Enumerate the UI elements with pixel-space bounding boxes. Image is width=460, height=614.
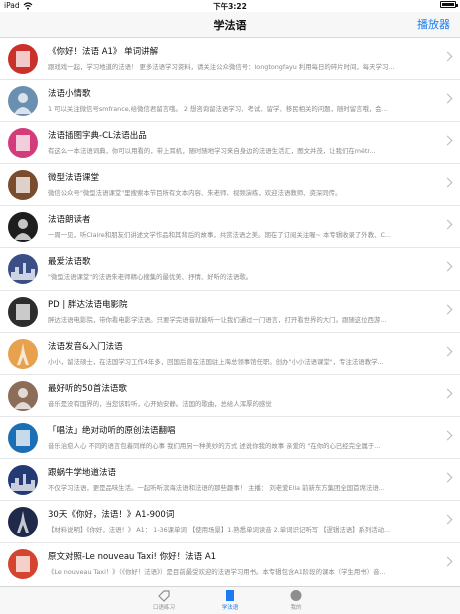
list-item[interactable]: 法语插图字典-CL法语出品有这么一本法语词典，你可以用看的，带上耳机，随时随地学… [0, 122, 460, 165]
list-item-description: "微型法语课堂"的法语朱老师精心搜集的最优美、抒情、好听的法语歌。 [48, 273, 252, 282]
chevron-right-icon [442, 51, 453, 62]
list-item-description: 胖达法语电影院，带你看电影学法语。只要学完语音就能听一让我们通过一门语言，打开看… [48, 315, 387, 324]
reader-icon [8, 212, 38, 243]
chevron-right-icon [442, 430, 453, 441]
list-item-description: 不仅学习法语，更是品味生活。一起听听滨海法语和法语的那些趣事！ 主播： 刘老爱E… [48, 483, 385, 492]
chevron-right-icon [442, 388, 453, 399]
paris-night-icon [8, 464, 38, 495]
book-tab-icon [226, 590, 234, 601]
city-icon [8, 254, 38, 285]
portrait-icon [8, 86, 38, 117]
sing-logo-icon [8, 422, 38, 453]
list-item-title: 最好听的50首法语歌 [48, 383, 127, 394]
singer-icon [8, 380, 38, 411]
tab-tag[interactable]: 口语练习 [134, 589, 194, 611]
tab-label: 我的 [290, 605, 302, 611]
list-item-title: 30天《你好，法语！》A1-900词 [48, 510, 175, 521]
chevron-right-icon [442, 346, 453, 357]
list-item-description: 1 可以关注微信号smfrance,给微信君留言哦。 2 想咨询留法语学习、考试… [48, 105, 388, 114]
list-item-description: 【材料说明】《你好，法语！》 A1： 1-36课单词 【使用场景】1.熟悉单词读… [48, 526, 391, 535]
list-item-description: 一周一见，听Claire和朋友们讲述文学作品和其背后的故事，共赏法语之美。期在了… [48, 231, 392, 240]
profile-icon [290, 590, 302, 601]
tag-icon [158, 590, 170, 602]
list-item-description: 小小，留法硕士，在法国学习工作4年多，回国后曾在法国驻上海总领事馆任职。创办"小… [48, 357, 384, 366]
list-item[interactable]: 30天《你好，法语！》A1-900词【材料说明】《你好，法语！》 A1： 1-3… [0, 501, 460, 544]
list-item-description: 有这么一本法语词典，你可以用看的，带上耳机，随时随地学习来自身边的法语生活汇，图… [48, 147, 376, 156]
list-item-title: 《你好！法语 A1》 单词讲解 [48, 47, 159, 57]
eiffel-icon [8, 338, 38, 369]
list-item-title: 「唱法」绝对动听的原创法语翻唱 [48, 425, 176, 436]
chevron-right-icon [442, 135, 453, 146]
list-item[interactable]: 跟蜗牛学地道法语不仅学习法语，更是品味生活。一起听听滨海法语和法语的那些趣事！ … [0, 459, 460, 502]
page-title: 学法语 [213, 19, 247, 32]
list-item[interactable]: PD | 胖达法语电影院胖达法语电影院，带你看电影学法语。只要学完语音就能听一让… [0, 291, 460, 333]
tab-bar: 口语练习 学法语 我的 [0, 586, 460, 614]
classroom-icon [8, 170, 38, 201]
list-item[interactable]: 「唱法」绝对动听的原创法语翻唱音乐治愈人心 不同的语言包着同样的心事 我们用另一… [0, 417, 460, 459]
status-right [440, 1, 458, 8]
taxi-book-icon [8, 549, 38, 580]
chevron-right-icon [442, 472, 453, 483]
tab-profile[interactable]: 我的 [266, 589, 326, 611]
list-item-description: 跟戏戏一起，学习地道的法语！ 更多法语学习资料，请关注公众微信号：longton… [48, 63, 395, 71]
album-list: 《你好！法语 A1》 单词讲解跟戏戏一起，学习地道的法语！ 更多法语学习资料，请… [0, 38, 460, 586]
battery-icon [440, 1, 458, 8]
list-item-description: 音乐治愈人心 不同的语言包着同样的心事 我们用另一种美妙的方式 述说你我的故事 … [48, 441, 381, 450]
eiffel-dark-icon [8, 507, 38, 538]
player-button[interactable]: 播放器 [417, 16, 450, 32]
list-item-description: 音乐是没有国界的，当您该聆听，心开始安静。法国的歌曲，总给人浑厚的感觉 [48, 399, 272, 408]
tab-label: 学法语 [221, 605, 239, 611]
chevron-right-icon [442, 93, 453, 104]
list-item[interactable]: 法语发音&入门法语小小，留法硕士，在法国学习工作4年多，回国后曾在法国驻上海总领… [0, 333, 460, 375]
status-bar: iPad 下午3:22 [0, 0, 460, 12]
cinema-icon [8, 296, 38, 327]
list-item-title: 跟蜗牛学地道法语 [48, 467, 117, 478]
list-item-title: 法语朗读者 [48, 215, 91, 226]
list-item-title: 法语小情歌 [48, 89, 91, 100]
tab-label: 口语练习 [152, 605, 175, 611]
list-item-title: 微型法语课堂 [48, 173, 100, 184]
chevron-right-icon [442, 177, 453, 188]
list-item-title: 最爱法语歌 [48, 257, 91, 268]
navigation-bar: 学法语 播放器 [0, 12, 460, 38]
list-item-title: 原文对照-Le nouveau Taxi! 你好！法语 A1 [48, 552, 217, 563]
chevron-right-icon [442, 219, 453, 230]
list-item-description: 《Le nouveau Taxi！》（《你好！法语》）是目前最受欢迎的法语学习用… [48, 568, 386, 577]
chevron-right-icon [442, 262, 453, 272]
list-item[interactable]: 原文对照-Le nouveau Taxi! 你好！法语 A1 《Le nouvea… [0, 543, 460, 585]
chevron-right-icon [442, 304, 453, 315]
list-item[interactable]: 《你好！法语 A1》 单词讲解跟戏戏一起，学习地道的法语！ 更多法语学习资料，请… [0, 38, 460, 81]
list-item-title: 法语插图字典-CL法语出品 [48, 131, 147, 142]
status-time: 下午3:22 [213, 2, 247, 11]
list-item[interactable]: 法语小情歌 1 可以关注微信号smfrance,给微信君留言哦。 2 想咨询留法语… [0, 80, 460, 123]
book-icon [8, 44, 38, 74]
list-item[interactable]: 最好听的50首法语歌音乐是没有国界的，当您该聆听，心开始安静。法国的歌曲，总给人… [0, 375, 460, 417]
list-item-title: 法语发音&入门法语 [48, 341, 123, 352]
list-item-description: 微信公众号"微型法语课堂"里搜索本节目所有文本内容、朱老师、视频演练，欢迎法语教… [48, 189, 342, 198]
chevron-right-icon [442, 514, 453, 525]
list-item[interactable]: 最爱法语歌 "微型法语课堂"的法语朱老师精心搜集的最优美、抒情、好听的法语歌。 [0, 248, 460, 291]
chevron-right-icon [442, 556, 453, 567]
list-item[interactable]: 法语朗读者一周一见，听Claire和朋友们讲述文学作品和其背后的故事，共赏法语之… [0, 206, 460, 249]
tab-book-tab[interactable]: 学法语 [200, 589, 260, 611]
dictionary-icon [8, 128, 38, 159]
list-item-title: PD | 胖达法语电影院 [48, 299, 128, 310]
list-item[interactable]: 微型法语课堂微信公众号"微型法语课堂"里搜索本节目所有文本内容、朱老师、视频演练… [0, 164, 460, 207]
